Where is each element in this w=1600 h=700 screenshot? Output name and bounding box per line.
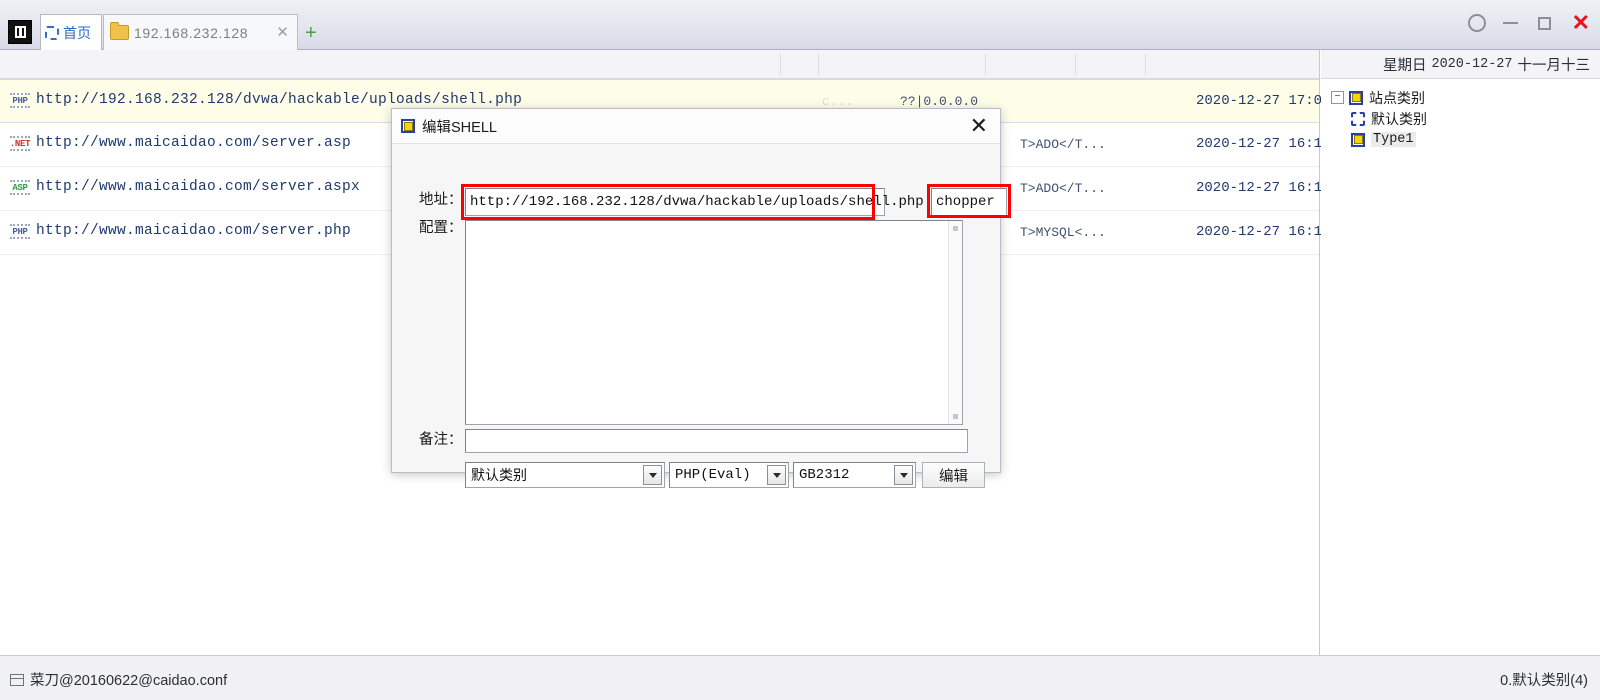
address-highlight-box bbox=[461, 184, 875, 220]
category-select[interactable]: 默认类别 bbox=[465, 462, 665, 488]
tree-root-node[interactable]: − 站点类别 bbox=[1331, 87, 1600, 108]
dialog-title-bar: 编辑SHELL ✕ bbox=[392, 109, 1000, 144]
category-pane: 星期日 2020-12-27 十一月十三 − 站点类别 默认类别 Type1 bbox=[1321, 50, 1600, 655]
chevron-down-icon[interactable] bbox=[643, 465, 662, 485]
column-separator[interactable] bbox=[1145, 54, 1146, 75]
encoding-select[interactable]: GB2312 bbox=[793, 462, 916, 488]
status-bar: 菜刀@20160622@caidao.conf 0.默认类别(4) bbox=[0, 655, 1600, 700]
shell-url: http://www.maicaidao.com/server.aspx bbox=[36, 179, 361, 195]
chevron-down-icon[interactable] bbox=[894, 465, 913, 485]
date-label: 2020-12-27 bbox=[1431, 56, 1513, 72]
php-badge-icon: PHP bbox=[10, 93, 30, 108]
tree-item-default-category[interactable]: 默认类别 bbox=[1331, 108, 1600, 129]
list-column-header[interactable] bbox=[0, 50, 1319, 79]
dashed-square-icon bbox=[45, 25, 59, 40]
weekday-label: 星期日 bbox=[1382, 57, 1427, 74]
maximize-icon[interactable] bbox=[1536, 14, 1554, 32]
address-label: 地址： bbox=[419, 192, 463, 208]
dialog-body: 地址： 配置： 备注： http://192.168.232.128/dvwa/… bbox=[392, 144, 1011, 488]
language-select[interactable]: PHP(Eval) bbox=[669, 462, 789, 488]
dialog-close-icon[interactable]: ✕ bbox=[970, 114, 988, 138]
shell-db: T>ADO</T... bbox=[1020, 137, 1106, 152]
app-logo-icon bbox=[8, 20, 32, 44]
note-label: 备注： bbox=[419, 432, 463, 448]
category-tree: − 站点类别 默认类别 Type1 bbox=[1321, 79, 1600, 150]
asp-badge-icon: ASP bbox=[10, 180, 30, 195]
note-input[interactable] bbox=[465, 429, 968, 453]
tab-home[interactable]: 首页 bbox=[40, 14, 102, 50]
config-scrollbar[interactable] bbox=[948, 221, 962, 424]
dialog-title: 编辑SHELL bbox=[422, 119, 497, 136]
scroll-up-icon[interactable] bbox=[953, 226, 958, 231]
column-separator[interactable] bbox=[780, 54, 781, 75]
add-tab-button[interactable]: + bbox=[305, 23, 317, 43]
php-badge-icon: PHP bbox=[10, 224, 30, 239]
tab-home-label: 首页 bbox=[63, 24, 91, 41]
minimize-icon[interactable] bbox=[1502, 14, 1520, 32]
date-display: 星期日 2020-12-27 十一月十三 bbox=[1321, 50, 1600, 79]
tree-root-label: 站点类别 bbox=[1369, 89, 1425, 106]
title-bar: 首页 192.168.232.128 ✕ + ✕ bbox=[0, 0, 1600, 50]
tree-item-type1[interactable]: Type1 bbox=[1331, 129, 1600, 150]
window-controls: ✕ bbox=[1467, 12, 1590, 34]
edit-shell-dialog: 编辑SHELL ✕ 地址： 配置： 备注： http://192.168.232… bbox=[391, 108, 1011, 488]
shell-url: http://www.maicaidao.com/server.php bbox=[36, 223, 352, 239]
close-window-icon[interactable]: ✕ bbox=[1572, 12, 1590, 34]
language-select-value: PHP(Eval) bbox=[675, 467, 751, 483]
status-right-label: 0.默认类别(4) bbox=[1500, 673, 1588, 689]
shell-db: T>ADO</T... bbox=[1020, 181, 1106, 196]
collapse-icon[interactable]: − bbox=[1331, 91, 1344, 104]
status-config-file: 菜刀@20160622@caidao.conf bbox=[10, 669, 227, 690]
column-separator[interactable] bbox=[818, 54, 819, 75]
category-select-value: 默认类别 bbox=[471, 467, 527, 483]
yellow-square-icon bbox=[1349, 90, 1363, 105]
config-textarea[interactable] bbox=[465, 220, 963, 425]
shell-ip: ??|0.0.0.0 bbox=[900, 94, 979, 109]
config-label: 配置： bbox=[419, 220, 463, 236]
tab-site-192-168-232-128[interactable]: 192.168.232.128 ✕ bbox=[103, 14, 298, 50]
dotnet-badge-icon: .NET bbox=[10, 136, 31, 151]
close-icon[interactable]: ✕ bbox=[276, 25, 289, 40]
help-icon[interactable] bbox=[1467, 14, 1486, 32]
submit-edit-button[interactable]: 编辑 bbox=[922, 462, 985, 488]
yellow-square-icon bbox=[1351, 132, 1365, 147]
window-icon bbox=[10, 673, 24, 686]
tab-site-label: 192.168.232.128 bbox=[134, 24, 249, 41]
tree-item-label: 默认类别 bbox=[1371, 110, 1427, 127]
encoding-select-value: GB2312 bbox=[799, 467, 850, 483]
column-separator[interactable] bbox=[985, 54, 986, 75]
password-highlight-box bbox=[927, 184, 1011, 218]
folder-icon bbox=[110, 22, 129, 40]
shell-url: http://www.maicaidao.com/server.asp bbox=[36, 135, 352, 151]
tree-item-label: Type1 bbox=[1371, 132, 1416, 147]
shell-db: T>MYSQL<... bbox=[1020, 225, 1106, 240]
shell-url: http://192.168.232.128/dvwa/hackable/upl… bbox=[36, 92, 523, 108]
lunar-date-label: 十一月十三 bbox=[1517, 57, 1591, 74]
status-left-label: 菜刀@20160622@caidao.conf bbox=[30, 673, 228, 689]
chevron-down-icon[interactable] bbox=[767, 465, 786, 485]
shell-type: c... bbox=[822, 94, 854, 109]
yellow-square-icon bbox=[401, 119, 415, 133]
column-separator[interactable] bbox=[1075, 54, 1076, 75]
scroll-down-icon[interactable] bbox=[953, 414, 958, 419]
dashed-square-icon bbox=[1351, 111, 1365, 126]
